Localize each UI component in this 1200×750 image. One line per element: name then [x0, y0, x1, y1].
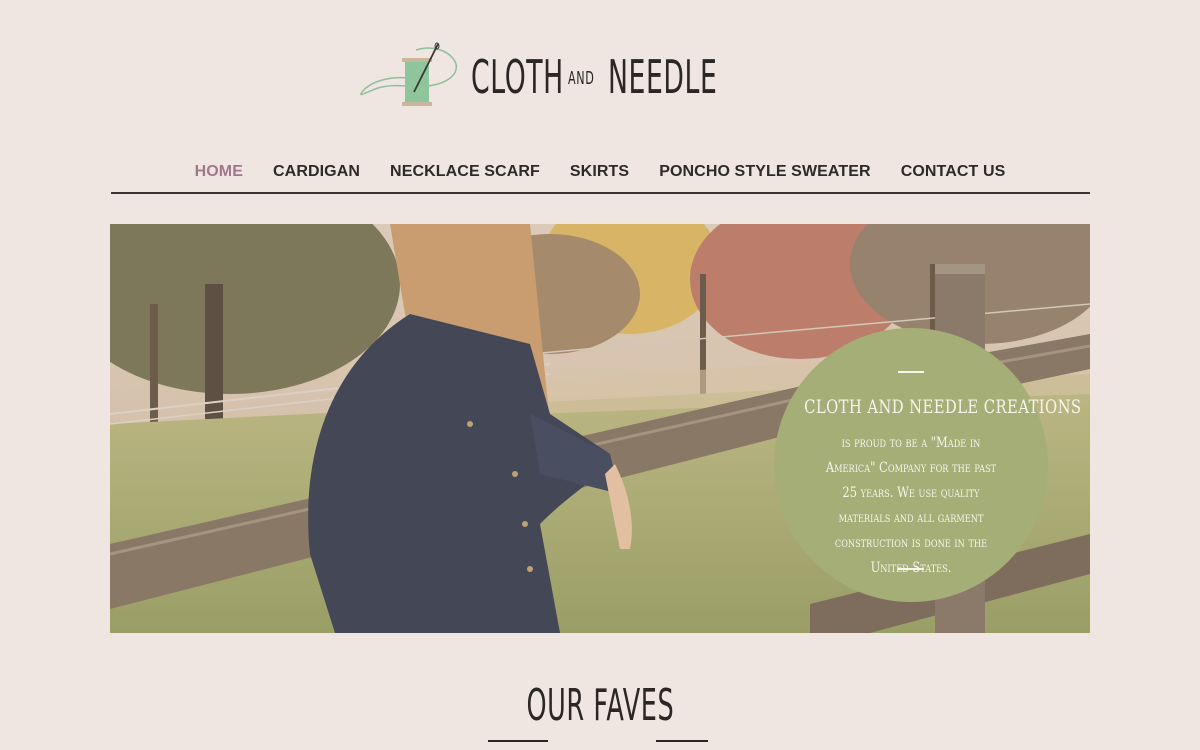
nav-divider	[111, 192, 1090, 194]
main-nav: HOME CARDIGAN NECKLACE SCARF SKIRTS PONC…	[110, 150, 1090, 194]
thread-spool-icon	[360, 42, 457, 106]
section-title-our-faves: OUR FAVES	[0, 680, 1200, 731]
nav-item-contact-us[interactable]: CONTACT US	[886, 163, 1021, 181]
logo-word-and: AND	[568, 68, 595, 89]
nav-item-poncho-style-sweater[interactable]: PONCHO STYLE SWEATER	[644, 163, 886, 181]
hero-banner: CLOTH AND NEEDLE CREATIONS is proud to b…	[110, 224, 1090, 633]
faves-title-text: OUR FAVES	[526, 680, 674, 731]
circle-divider-bottom	[898, 568, 924, 570]
nav-item-necklace-scarf[interactable]: NECKLACE SCARF	[375, 163, 555, 181]
faves-underline-right	[656, 740, 708, 742]
nav-item-home[interactable]: HOME	[180, 163, 258, 181]
hero-circle-title: CLOTH AND NEEDLE CREATIONS	[804, 396, 1082, 418]
nav-item-skirts[interactable]: SKIRTS	[555, 163, 644, 181]
hero-info-circle: CLOTH AND NEEDLE CREATIONS is proud to b…	[774, 328, 1082, 602]
circle-divider-top	[898, 371, 924, 373]
hero-circle-body: is proud to be a "Made in America" Compa…	[825, 435, 997, 576]
nav-item-cardigan[interactable]: CARDIGAN	[258, 163, 375, 181]
faves-underline-left	[488, 740, 548, 742]
logo-word-cloth: CLOTH	[471, 50, 564, 104]
logo-word-needle: NEEDLE	[608, 50, 718, 104]
